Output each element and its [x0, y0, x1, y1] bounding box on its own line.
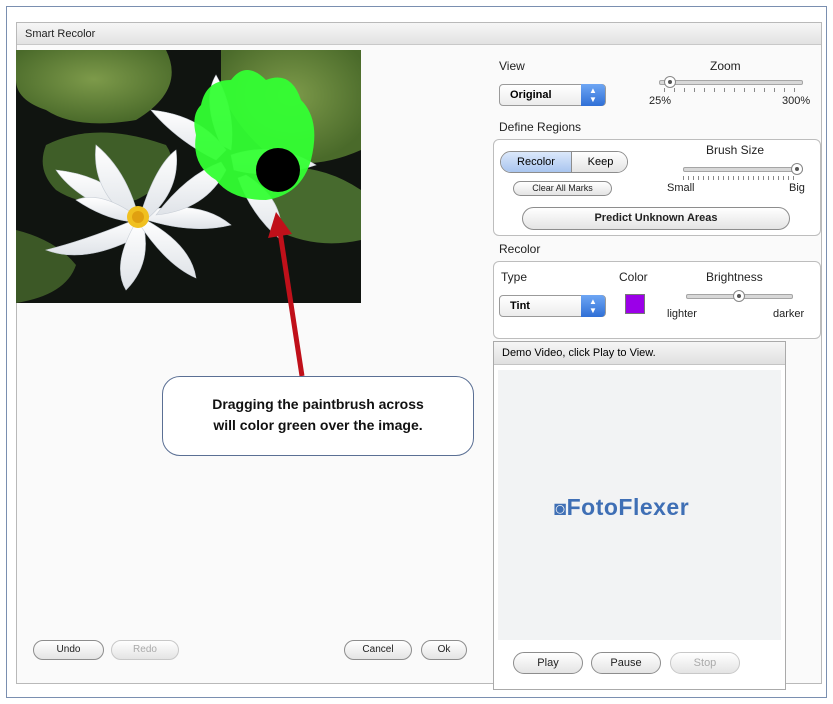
clear-all-marks-button[interactable]: Clear All Marks	[513, 181, 612, 196]
pause-button[interactable]: Pause	[591, 652, 661, 674]
type-label: Type	[501, 270, 528, 284]
play-button[interactable]: Play	[513, 652, 583, 674]
brush-size-slider-thumb[interactable]	[791, 163, 803, 175]
paintbrush-cursor	[256, 148, 300, 192]
camera-icon: ◙	[554, 498, 567, 520]
zoom-slider[interactable]	[659, 80, 803, 85]
brush-size-label: Brush Size	[706, 143, 765, 157]
brightness-darker-label: darker	[773, 308, 805, 320]
brightness-slider-thumb[interactable]	[733, 290, 745, 302]
chevron-updown-icon: ▲ ▼	[581, 84, 605, 106]
demo-video-header: Demo Video, click Play to View.	[494, 342, 785, 365]
recolor-tab[interactable]: Recolor	[501, 152, 572, 172]
demo-video-area[interactable]: ◙FotoFlexer	[498, 370, 781, 640]
brightness-lighter-label: lighter	[667, 308, 697, 320]
brush-size-ticks	[683, 176, 797, 180]
keep-tab[interactable]: Keep	[572, 152, 627, 172]
zoom-max-label: 300%	[782, 95, 811, 107]
zoom-label: Zoom	[710, 59, 741, 73]
callout-line-2: will color green over the image.	[213, 417, 423, 433]
view-select-value: Original	[510, 89, 552, 101]
brush-size-slider[interactable]	[683, 167, 803, 172]
color-swatch[interactable]	[625, 294, 645, 314]
callout-line-1: Dragging the paintbrush across	[212, 396, 424, 412]
recolor-label: Recolor	[499, 242, 541, 256]
view-select[interactable]: Original ▲ ▼	[499, 84, 606, 106]
undo-button[interactable]: Undo	[33, 640, 104, 660]
type-select[interactable]: Tint ▲ ▼	[499, 295, 606, 317]
color-label: Color	[619, 270, 648, 284]
instruction-callout: Dragging the paintbrush across will colo…	[162, 376, 474, 456]
chevron-updown-icon: ▲ ▼	[581, 295, 605, 317]
view-label: View	[499, 59, 525, 73]
brush-small-label: Small	[667, 182, 695, 194]
logo-text: FotoFlexer	[566, 494, 690, 520]
define-regions-label: Define Regions	[499, 120, 582, 134]
redo-button[interactable]: Redo	[111, 640, 179, 660]
fotoflexer-logo: ◙FotoFlexer	[554, 494, 689, 521]
zoom-slider-thumb[interactable]	[664, 76, 676, 88]
zoom-min-label: 25%	[649, 95, 672, 107]
cancel-button[interactable]: Cancel	[344, 640, 412, 660]
demo-video-panel: Demo Video, click Play to View. ◙FotoFle…	[493, 341, 786, 690]
region-mode-toggle: Recolor Keep	[500, 151, 628, 173]
brush-big-label: Big	[789, 182, 805, 194]
predict-unknown-areas-button[interactable]: Predict Unknown Areas	[522, 207, 790, 230]
type-select-value: Tint	[510, 300, 530, 312]
stop-button[interactable]: Stop	[670, 652, 740, 674]
zoom-ticks	[664, 88, 800, 92]
ok-button[interactable]: Ok	[421, 640, 467, 660]
dialog-title: Smart Recolor	[17, 23, 821, 45]
brightness-label: Brightness	[706, 270, 763, 284]
photo-canvas[interactable]	[16, 50, 361, 303]
